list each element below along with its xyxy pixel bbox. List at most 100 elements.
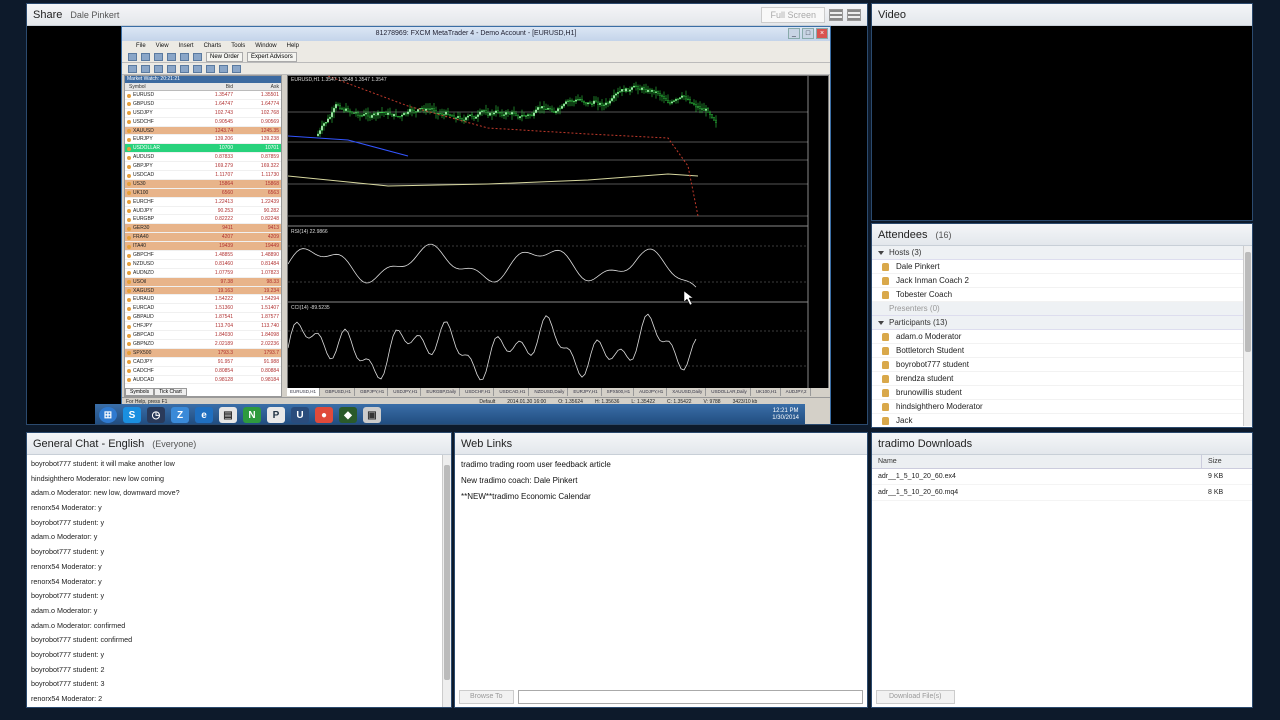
market-watch-row[interactable]: AUDNZD 1.07759 1.07823 xyxy=(125,269,281,278)
chat-scrollbar[interactable] xyxy=(442,455,451,707)
browse-to-button[interactable]: Browse To xyxy=(459,690,514,704)
attendee-host[interactable]: Dale Pinkert xyxy=(872,260,1252,274)
chart-tab[interactable]: USDCHF,H1 xyxy=(462,388,495,396)
u-app-icon[interactable]: U xyxy=(291,407,309,423)
url-input[interactable] xyxy=(517,690,863,704)
chart-tab[interactable]: SPX500,H1 xyxy=(604,388,635,396)
weblink-item[interactable]: **NEW**tradimo Economic Calendar xyxy=(455,489,867,505)
menu-view[interactable]: View xyxy=(156,41,169,51)
strategy-tester-icon[interactable] xyxy=(193,52,202,61)
chart-tab[interactable]: XAUUSD,Daily xyxy=(669,388,707,396)
chart-tab[interactable]: EURUSD,H1 xyxy=(287,388,321,396)
download-files-button[interactable]: Download File(s) xyxy=(876,690,955,704)
label-icon[interactable] xyxy=(232,64,241,73)
browser-ie-icon[interactable]: e xyxy=(195,407,213,423)
market-watch-row[interactable]: USDJPY 102.743 102.768 xyxy=(125,109,281,118)
skype-icon[interactable]: S xyxy=(123,407,141,423)
chart-tab[interactable]: NZDUSD,Daily xyxy=(531,388,569,396)
menu-window[interactable]: Window xyxy=(255,41,276,51)
chart-tab[interactable]: AUDJPY,H1 xyxy=(636,388,668,396)
tab-symbols[interactable]: Symbols xyxy=(125,388,155,396)
market-watch-row[interactable]: GBPJPY 169.279 169.322 xyxy=(125,162,281,172)
chart-tab[interactable]: EURGBP,Daily xyxy=(423,388,461,396)
market-watch-row[interactable]: EURGBP 0.82222 0.82248 xyxy=(125,215,281,225)
close-button[interactable]: × xyxy=(816,28,828,39)
market-watch-row[interactable]: ITA40 19439 19449 xyxy=(125,242,281,252)
download-file-row[interactable]: adr__1_5_10_20_60.ex4 9 KB xyxy=(872,469,1252,485)
new-chart-icon[interactable] xyxy=(128,52,137,61)
maximize-button[interactable]: □ xyxy=(802,28,814,39)
market-watch-row[interactable]: US30 15864 15868 xyxy=(125,179,281,189)
market-watch-row[interactable]: GBPCAD 1.84030 1.84098 xyxy=(125,331,281,340)
menu-file[interactable]: File xyxy=(136,41,146,51)
attendee-participant[interactable]: adam.o Moderator xyxy=(872,330,1252,344)
chart-tab[interactable]: USDCAD,H1 xyxy=(496,388,530,396)
cursor-icon[interactable] xyxy=(128,64,137,73)
vertical-line-icon[interactable] xyxy=(154,64,163,73)
market-watch-row[interactable]: AUDCAD 0.98128 0.98184 xyxy=(125,376,281,385)
grid-view-icon[interactable] xyxy=(829,8,843,21)
terminal-icon[interactable] xyxy=(180,52,189,61)
market-watch-row[interactable]: EURCAD 1.51360 1.51407 xyxy=(125,304,281,314)
z-app-icon[interactable]: Z xyxy=(171,407,189,423)
navigator-icon[interactable] xyxy=(167,52,176,61)
market-watch-row[interactable]: GBPAUD 1.87541 1.87577 xyxy=(125,313,281,323)
list-view-icon[interactable] xyxy=(847,8,861,21)
download-file-row[interactable]: adr__1_5_10_20_60.mq4 8 KB xyxy=(872,485,1252,501)
market-watch-row[interactable]: GBPCHF 1.48855 1.48890 xyxy=(125,251,281,260)
attendee-participant[interactable]: hindsighthero Moderator xyxy=(872,400,1252,414)
market-watch-row[interactable]: AUDUSD 0.87833 0.87859 xyxy=(125,153,281,163)
chart-tab[interactable]: USDJPY,H1 xyxy=(390,388,422,396)
chart-canvas[interactable] xyxy=(287,75,830,396)
menu-help[interactable]: Help xyxy=(287,41,299,51)
attendee-participant[interactable]: Jack xyxy=(872,414,1252,426)
presenters-category[interactable]: Presenters (0) xyxy=(872,302,1252,316)
market-watch-row[interactable]: USDOLLAR 10700 10701 xyxy=(125,144,281,154)
market-watch-icon[interactable] xyxy=(154,52,163,61)
minimize-button[interactable]: _ xyxy=(788,28,800,39)
weblink-item[interactable]: New tradimo coach: Dale Pinkert xyxy=(455,473,867,489)
market-watch-row[interactable]: EURAUD 1.54222 1.54294 xyxy=(125,295,281,305)
attendee-host[interactable]: Jack Inman Coach 2 xyxy=(872,274,1252,288)
price-chart[interactable]: EURUSD,H1 1.3547 1.3548 1.3547 1.3547 RS… xyxy=(287,75,830,396)
clock-app-icon[interactable]: ◷ xyxy=(147,407,165,423)
market-watch-row[interactable]: NZDUSD 0.81460 0.81484 xyxy=(125,260,281,269)
market-watch-row[interactable]: USOil 97.38 98.33 xyxy=(125,277,281,287)
tab-tick-chart[interactable]: Tick Chart xyxy=(154,388,187,396)
chart-tab[interactable]: AUDJPY,2 xyxy=(783,388,811,396)
attendee-host[interactable]: Tobester Coach xyxy=(872,288,1252,302)
chart-tab[interactable]: USDOLLAR,Daily xyxy=(708,388,751,396)
market-watch-row[interactable]: CADCHF 0.80854 0.80884 xyxy=(125,367,281,376)
document-icon[interactable]: ▤ xyxy=(219,407,237,423)
market-watch-row[interactable]: EURUSD 1.35477 1.35501 xyxy=(125,91,281,100)
profiles-icon[interactable] xyxy=(141,52,150,61)
participants-category[interactable]: Participants (13) xyxy=(872,316,1252,330)
menu-insert[interactable]: Insert xyxy=(179,41,194,51)
text-icon[interactable] xyxy=(219,64,228,73)
market-watch-row[interactable]: USDCHF 0.90545 0.90569 xyxy=(125,118,281,127)
market-watch-row[interactable]: USDCAD 1.11707 1.11730 xyxy=(125,171,281,180)
attendee-participant[interactable]: Bottletorch Student xyxy=(872,344,1252,358)
expert-advisors-button[interactable]: Expert Advisors xyxy=(247,51,297,62)
attendee-participant[interactable]: brunowillis student xyxy=(872,386,1252,400)
attendees-scrollbar[interactable] xyxy=(1243,246,1252,426)
mt4-app-icon[interactable]: ◆ xyxy=(339,407,357,423)
market-watch-row[interactable]: GER30 9411 9413 xyxy=(125,224,281,234)
n-app-icon[interactable]: N xyxy=(243,407,261,423)
chrome-icon[interactable]: ● xyxy=(315,407,333,423)
menu-tools[interactable]: Tools xyxy=(231,41,245,51)
chart-tab[interactable]: GBPUSD,H1 xyxy=(322,388,356,396)
trendline-icon[interactable] xyxy=(180,64,189,73)
market-watch-row[interactable]: GBPNZD 2.02189 2.02236 xyxy=(125,340,281,349)
market-watch-row[interactable]: EURCHF 1.22413 1.22439 xyxy=(125,198,281,207)
monitor-app-icon[interactable]: ▣ xyxy=(363,407,381,423)
market-watch-row[interactable]: FRA40 4207 4209 xyxy=(125,233,281,243)
horizontal-line-icon[interactable] xyxy=(167,64,176,73)
market-watch-row[interactable]: EURJPY 139.206 139.238 xyxy=(125,135,281,145)
market-watch-row[interactable]: XAGUSD 19.163 19.234 xyxy=(125,286,281,296)
fullscreen-button[interactable]: Full Screen xyxy=(761,6,825,23)
weblink-item[interactable]: tradimo trading room user feedback artic… xyxy=(455,457,867,473)
menu-charts[interactable]: Charts xyxy=(204,41,222,51)
crosshair-icon[interactable] xyxy=(141,64,150,73)
attendee-participant[interactable]: brendza student xyxy=(872,372,1252,386)
